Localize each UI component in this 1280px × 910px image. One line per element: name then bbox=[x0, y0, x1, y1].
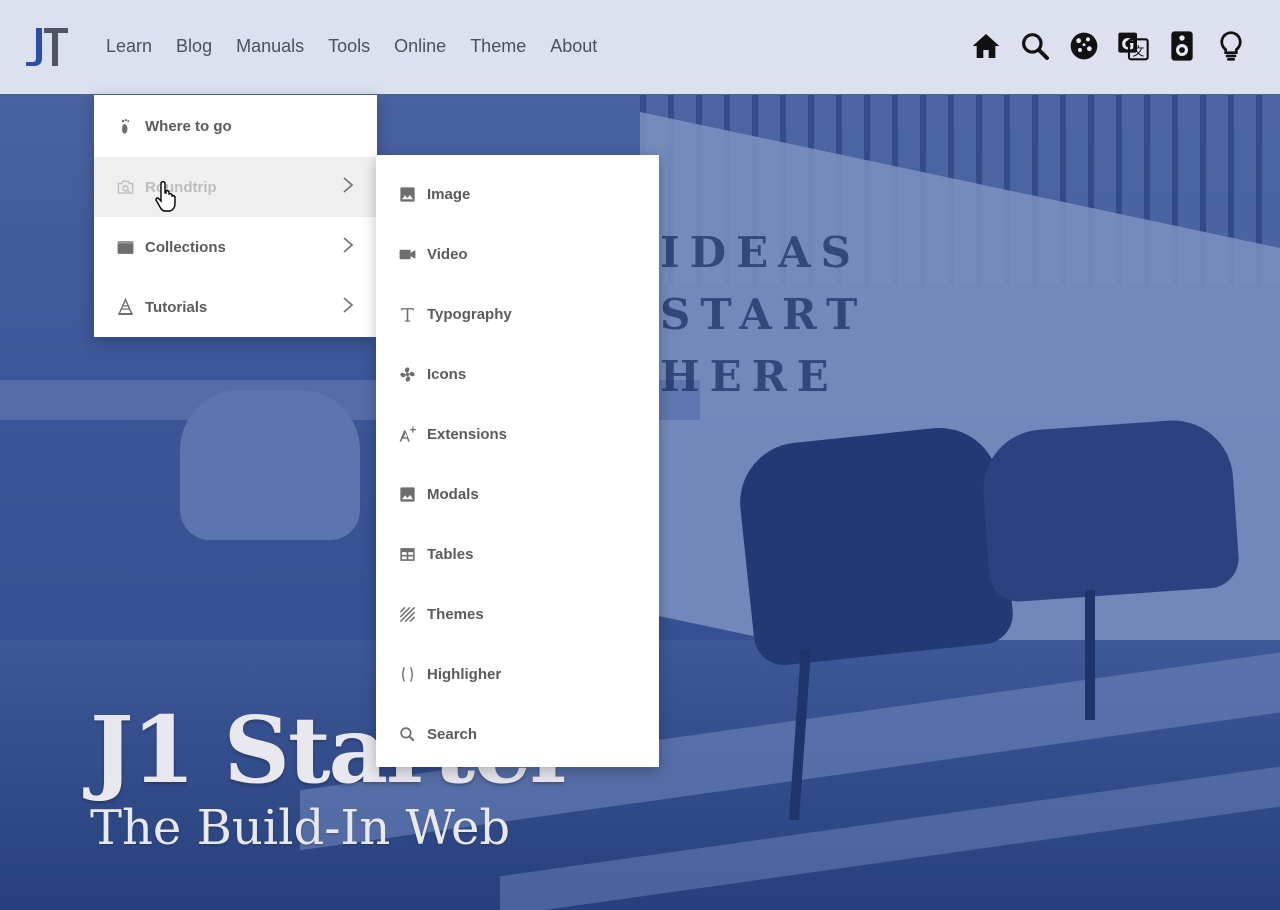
roundtrip-submenu: Image Video Typography Icons Extensions … bbox=[376, 155, 659, 767]
submenu-item-label: Tables bbox=[427, 546, 474, 564]
slogan-line: IDEAS bbox=[660, 228, 861, 277]
submenu-item-search[interactable]: Search bbox=[376, 705, 659, 765]
home-icon[interactable] bbox=[969, 26, 1003, 66]
submenu-item-label: Typography bbox=[427, 305, 512, 323]
nav-blog[interactable]: Blog bbox=[176, 36, 212, 57]
svg-text:文: 文 bbox=[1132, 43, 1144, 58]
submenu-item-tables[interactable]: Tables bbox=[376, 525, 659, 585]
wall-slogan: IDEAS START HERE bbox=[660, 222, 867, 408]
top-navbar: Learn Blog Manuals Tools Online Theme Ab… bbox=[0, 0, 1280, 94]
menu-item-roundtrip[interactable]: Roundtrip bbox=[94, 157, 377, 217]
menu-item-tutorials[interactable]: Tutorials bbox=[94, 277, 377, 337]
palette-icon bbox=[396, 604, 418, 626]
submenu-item-label: Search bbox=[427, 726, 478, 744]
nav-tools[interactable]: Tools bbox=[328, 36, 370, 57]
school-icon bbox=[114, 296, 136, 318]
nav-theme[interactable]: Theme bbox=[470, 36, 526, 57]
submenu-item-label: Video bbox=[427, 245, 468, 263]
menu-item-label: Tutorials bbox=[145, 298, 208, 316]
menu-item-collections[interactable]: Collections bbox=[94, 217, 377, 277]
submenu-item-label: Extensions bbox=[427, 425, 508, 443]
submenu-item-modals[interactable]: Modals bbox=[376, 464, 659, 524]
fan-icon bbox=[396, 363, 418, 385]
nav-online[interactable]: Online bbox=[394, 36, 446, 57]
nav-icon-bar: G文 bbox=[954, 26, 1248, 66]
text-icon bbox=[396, 303, 418, 325]
chair-graphic bbox=[180, 390, 360, 540]
submenu-item-typography[interactable]: Typography bbox=[376, 284, 659, 344]
translate-icon[interactable]: G文 bbox=[1116, 26, 1150, 66]
submenu-item-icons[interactable]: Icons bbox=[376, 344, 659, 404]
submenu-item-label: Image bbox=[427, 185, 471, 203]
submenu-item-video[interactable]: Video bbox=[376, 224, 659, 284]
table-icon bbox=[396, 544, 418, 566]
chevron-right-icon bbox=[343, 237, 354, 253]
submenu-item-extensions[interactable]: Extensions bbox=[376, 404, 659, 464]
chair-graphic bbox=[979, 416, 1241, 604]
code-braces-icon bbox=[396, 664, 418, 686]
submenu-item-image[interactable]: Image bbox=[376, 164, 659, 224]
font-plus-icon bbox=[396, 423, 418, 445]
submenu-item-label: Highligher bbox=[427, 666, 502, 684]
image-search-icon bbox=[114, 176, 136, 198]
learn-dropdown: Where to go Roundtrip Collections Tutori… bbox=[94, 95, 377, 337]
image-icon bbox=[396, 183, 418, 205]
folder-icon bbox=[114, 236, 136, 258]
nav-manuals[interactable]: Manuals bbox=[236, 36, 304, 57]
main-nav: Learn Blog Manuals Tools Online Theme Ab… bbox=[106, 36, 621, 57]
submenu-item-themes[interactable]: Themes bbox=[376, 585, 659, 645]
menu-item-label: Where to go bbox=[145, 117, 232, 135]
search-icon bbox=[396, 724, 418, 746]
menu-item-label: Collections bbox=[145, 238, 226, 256]
hand-cursor-icon bbox=[155, 180, 176, 212]
nav-about[interactable]: About bbox=[550, 36, 597, 57]
submenu-item-label: Modals bbox=[427, 486, 479, 504]
search-icon[interactable] bbox=[1018, 26, 1052, 66]
submenu-item-label: Icons bbox=[427, 365, 467, 383]
chair-graphic bbox=[734, 422, 1016, 668]
video-icon bbox=[396, 243, 418, 265]
slogan-line: HERE bbox=[660, 352, 839, 401]
speaker-icon[interactable] bbox=[1165, 26, 1199, 66]
cookie-icon[interactable] bbox=[1067, 26, 1101, 66]
submenu-item-highligher[interactable]: Highligher bbox=[376, 645, 659, 705]
chevron-right-icon bbox=[343, 177, 354, 193]
footprint-icon bbox=[114, 115, 136, 137]
submenu-item-label: Themes bbox=[427, 606, 484, 624]
chevron-right-icon bbox=[343, 297, 354, 313]
hero-subtitle: The Build-In Web bbox=[90, 800, 511, 856]
image-icon bbox=[396, 484, 418, 506]
menu-item-where-to-go[interactable]: Where to go bbox=[94, 95, 377, 157]
brand-logo[interactable] bbox=[24, 26, 70, 68]
lightbulb-icon[interactable] bbox=[1214, 26, 1248, 66]
chair-leg-graphic bbox=[1085, 590, 1095, 720]
nav-learn[interactable]: Learn bbox=[106, 36, 152, 57]
slogan-line: START bbox=[660, 290, 868, 339]
